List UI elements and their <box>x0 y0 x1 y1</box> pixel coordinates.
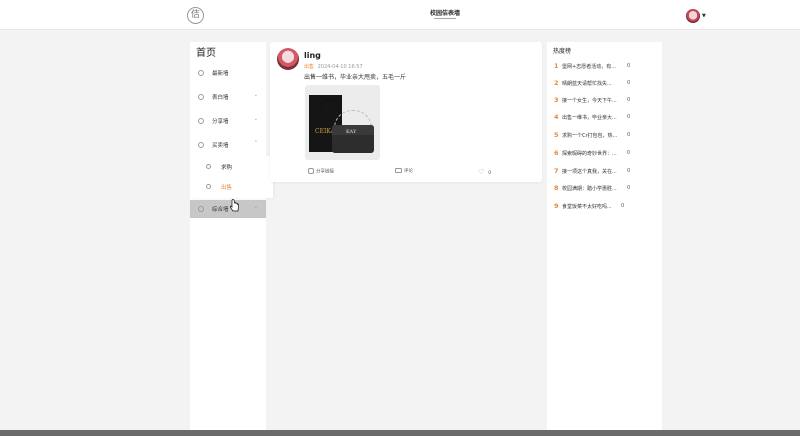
circle-icon <box>198 94 204 100</box>
hot-item[interactable]: 1 堡网+志愿者活动，有... 0 <box>553 62 659 72</box>
submenu-item-buy[interactable]: 求购 <box>190 158 273 176</box>
submenu-item-sell[interactable]: 出售 <box>190 178 273 196</box>
hot-item[interactable]: 7 接一项这个真我，关在... 0 <box>553 167 659 177</box>
site-logo[interactable]: 佶 <box>187 7 204 24</box>
post-date: 2024-04-10 16:57 <box>317 64 363 70</box>
sidebar-item-latest[interactable]: 最新墙 <box>190 64 266 82</box>
sidebar-menu: 首页 最新墙 表白墙 ⌄ 分享墙 ⌄ 买卖墙 ⌃ 综合墙 ⌄ <box>190 42 266 436</box>
post-card[interactable]: ling 出售 2024-04-10 16:57 出售一维书，毕业亲大甩卖，五毛… <box>270 42 542 182</box>
comment-button[interactable]: 评论 <box>395 168 413 174</box>
chevron-down-icon: ⌄ <box>253 116 258 122</box>
hot-ranking-panel: 热度榜 1 堡网+志愿者活动，有... 0 2 晴朗蓝天请帮忙找失... 0 3 接一个女… <box>547 42 662 436</box>
post-author-avatar[interactable] <box>277 48 299 70</box>
hot-item[interactable]: 3 接一个女生，今天下午... 0 <box>553 96 659 106</box>
chevron-up-icon: ⌃ <box>253 140 258 146</box>
post-author-name[interactable]: ling <box>304 51 321 60</box>
hand-cursor-icon <box>230 199 239 212</box>
circle-icon <box>198 70 204 76</box>
sidebar-item-trade[interactable]: 买卖墙 ⌃ <box>190 136 266 154</box>
site-title: 校园佶表墙 <box>400 8 490 20</box>
share-icon <box>308 168 314 174</box>
top-navbar: 佶 校园佶表墙 ▼ <box>0 0 800 30</box>
submenu-item-label: 求购 <box>221 165 233 171</box>
comment-icon <box>395 168 402 173</box>
heart-icon: ♡ <box>478 168 485 176</box>
post-actions: 分享链接 评论 ♡ 0 <box>308 168 508 178</box>
hot-item[interactable]: 9 食堂饭菜不太好吃吗... 0 <box>553 202 659 212</box>
chevron-down-icon: ⌄ <box>253 92 258 98</box>
trade-submenu: 求购 出售 <box>190 156 273 198</box>
chevron-down-icon[interactable]: ▼ <box>702 13 706 19</box>
sidebar-item-label: 表白墙 <box>212 95 229 101</box>
share-button[interactable]: 分享链接 <box>308 168 334 175</box>
circle-icon <box>198 118 204 124</box>
circle-icon <box>198 142 204 148</box>
circle-icon <box>206 184 211 189</box>
hot-item[interactable]: 6 探索瑕碍的奇妙世界：... 0 <box>553 149 659 159</box>
hot-item[interactable]: 2 晴朗蓝天请帮忙找失... 0 <box>553 79 659 89</box>
hot-item[interactable]: 4 出售一维书，毕业亲大... 0 <box>553 113 659 123</box>
sidebar-item-share[interactable]: 分享墙 ⌄ <box>190 112 266 130</box>
submenu-item-label: 出售 <box>221 185 233 191</box>
sidebar-item-label: 综合墙 <box>212 207 229 213</box>
hot-item[interactable]: 5 求购一个Cr打包包，热... 0 <box>553 131 659 141</box>
circle-icon <box>198 206 204 212</box>
sidebar-item-label: 分享墙 <box>212 119 229 125</box>
hot-item[interactable]: 8 校园满期：踏小学惠胜... 0 <box>553 184 659 194</box>
like-button[interactable]: ♡ 0 <box>478 168 491 176</box>
bag-brand-label: KAY <box>346 129 357 135</box>
sidebar-item-confession[interactable]: 表白墙 ⌄ <box>190 88 266 106</box>
bottom-scrollbar[interactable] <box>0 430 800 436</box>
post-category-tag: 出售 <box>304 64 315 70</box>
circle-icon <box>206 164 211 169</box>
hot-ranking-title: 热度榜 <box>553 48 572 55</box>
sidebar-item-label: 买卖墙 <box>212 143 229 149</box>
sidebar-item-label: 最新墙 <box>212 71 229 77</box>
user-avatar-icon[interactable] <box>686 9 700 23</box>
chevron-down-icon: ⌄ <box>253 204 258 210</box>
post-content: 出售一维书，毕业亲大甩卖，五毛一斤 <box>304 74 407 81</box>
post-image[interactable]: CEIKAY KAY <box>305 85 380 160</box>
sidebar-item-general[interactable]: 综合墙 ⌄ <box>190 200 266 218</box>
post-meta: 出售 2024-04-10 16:57 <box>304 63 363 70</box>
sidebar-home-title[interactable]: 首页 <box>196 44 216 59</box>
